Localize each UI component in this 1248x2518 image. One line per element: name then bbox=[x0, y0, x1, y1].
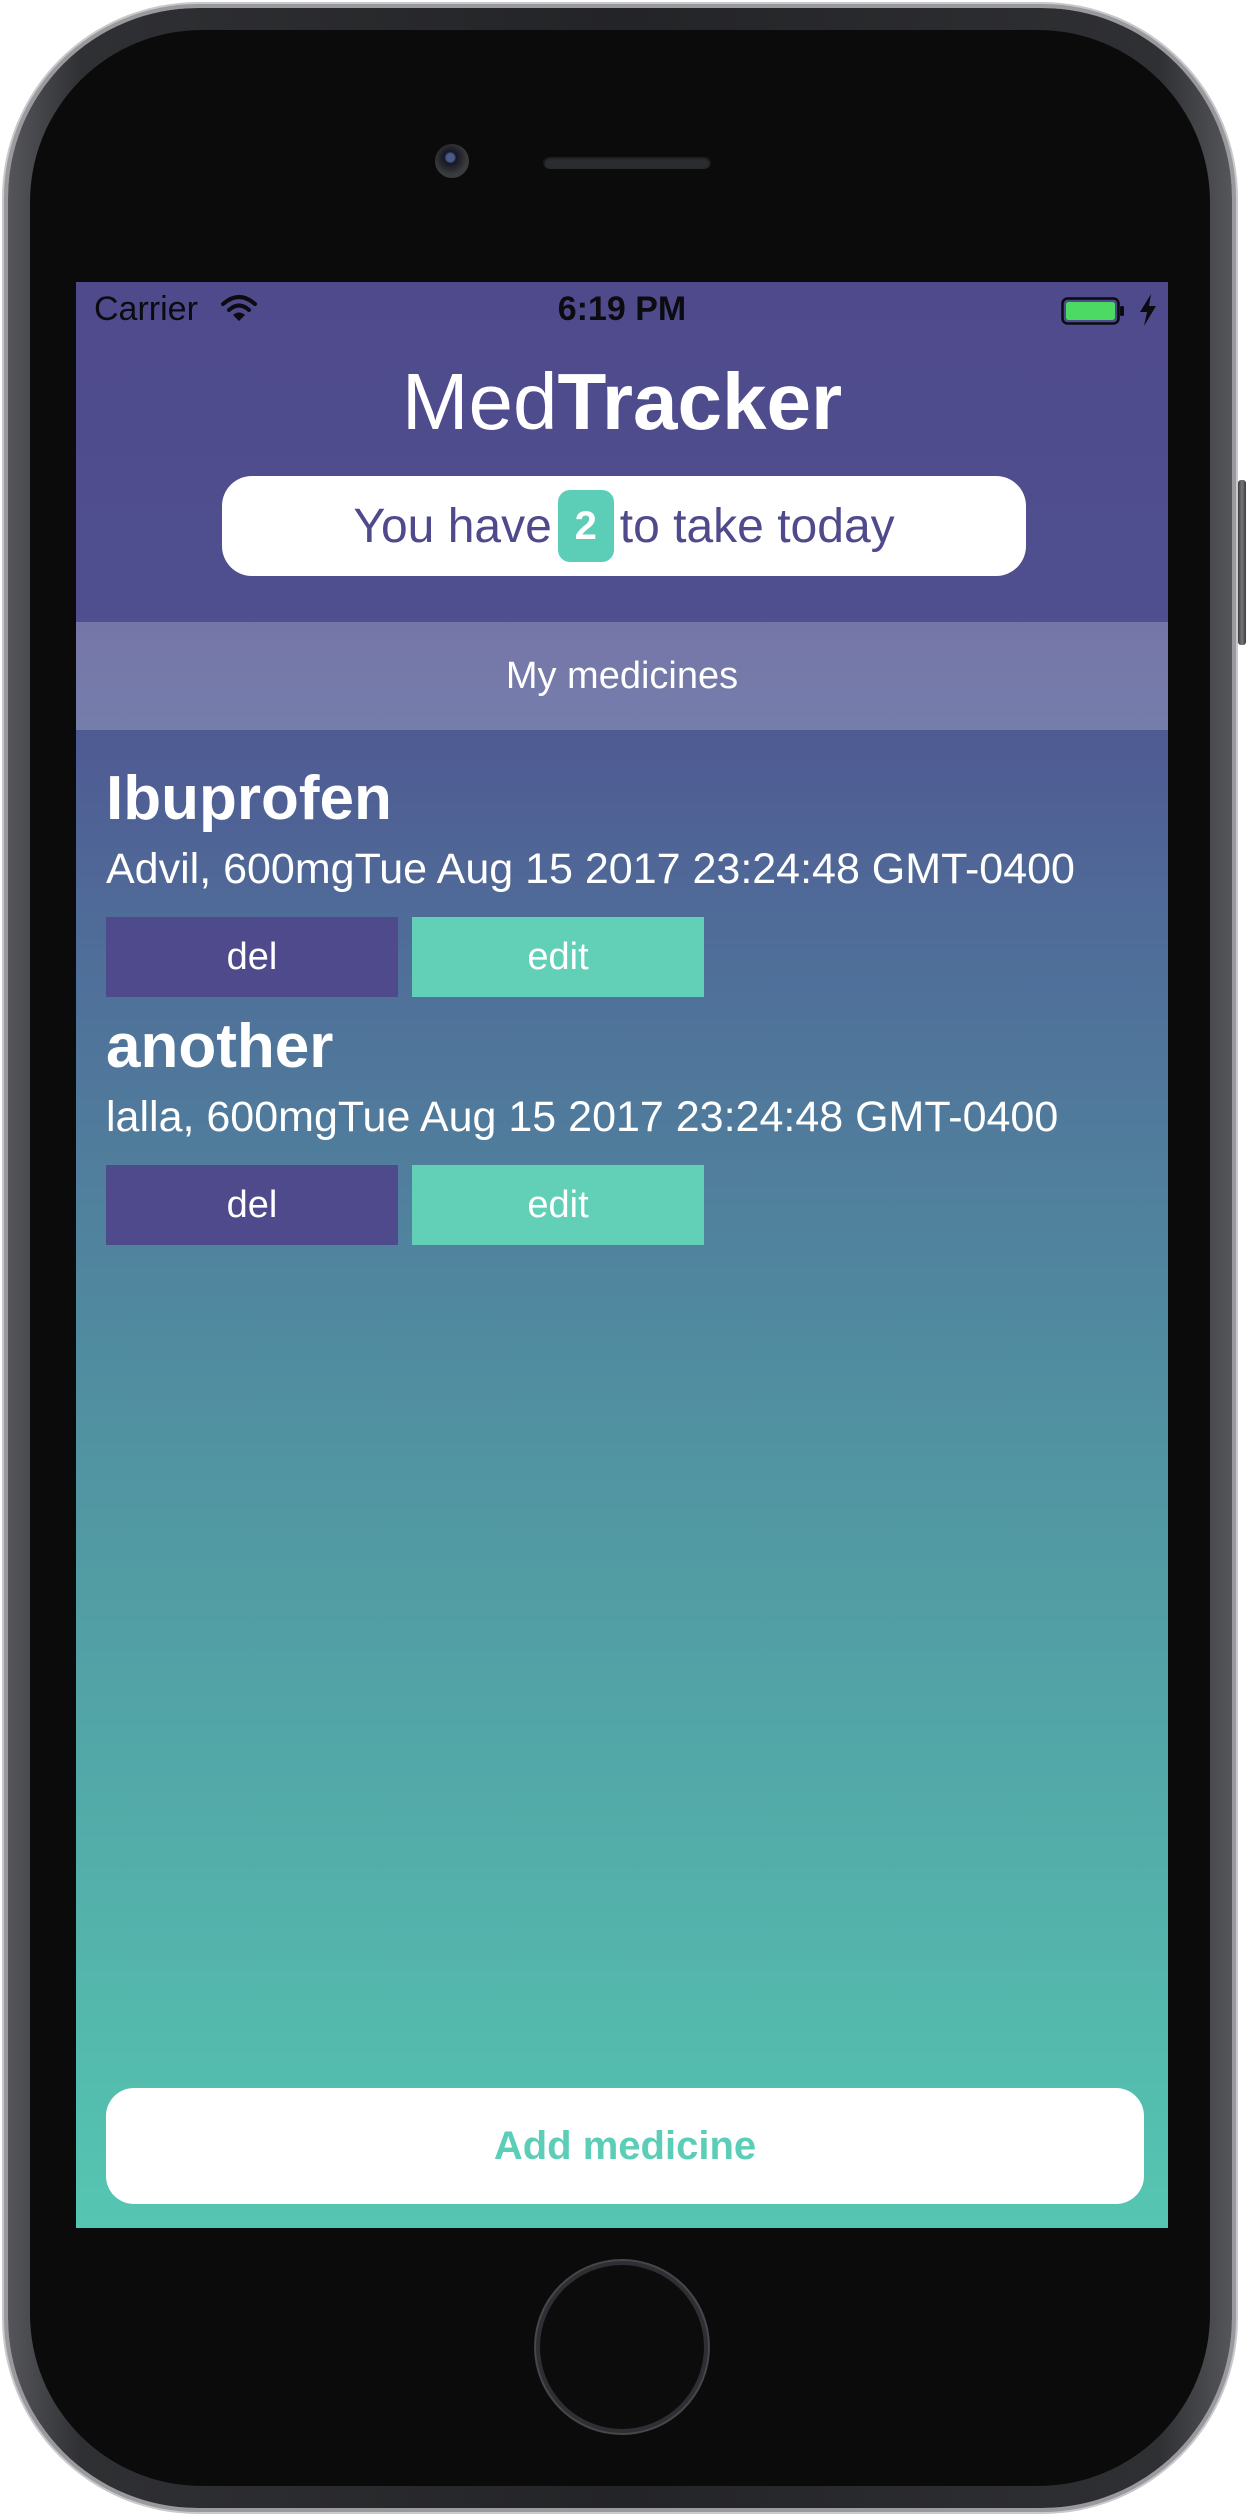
add-medicine-button[interactable]: Add medicine bbox=[106, 2088, 1144, 2204]
delete-button[interactable]: del bbox=[106, 1165, 398, 1245]
earpiece-speaker bbox=[543, 155, 711, 169]
delete-button[interactable]: del bbox=[106, 917, 398, 997]
section-title: My medicines bbox=[76, 622, 1168, 730]
medicine-actions: del edit bbox=[106, 1165, 1168, 1245]
medicine-item: another lalla, 600mgTue Aug 15 2017 23:2… bbox=[106, 1016, 1168, 1245]
home-button[interactable] bbox=[540, 2265, 704, 2429]
status-bar: Carrier 6:19 PM bbox=[76, 282, 1168, 340]
app-title-light: Med bbox=[401, 357, 558, 446]
medicine-actions: del edit bbox=[106, 917, 1168, 997]
dose-count-badge: 2 bbox=[557, 490, 614, 562]
medicine-name: another bbox=[106, 1016, 334, 1081]
edit-button[interactable]: edit bbox=[412, 917, 704, 997]
app-title: MedTracker bbox=[76, 362, 1168, 442]
status-time: 6:19 PM bbox=[557, 290, 687, 328]
power-button[interactable] bbox=[1238, 480, 1246, 645]
front-camera bbox=[435, 144, 469, 178]
medicine-details: Advil, 600mgTue Aug 15 2017 23:24:48 GMT… bbox=[106, 845, 1075, 893]
summary-prefix: You have bbox=[353, 499, 552, 553]
app-title-bold: Tracker bbox=[557, 357, 843, 446]
battery-icon bbox=[1061, 297, 1124, 325]
medicine-details: lalla, 600mgTue Aug 15 2017 23:24:48 GMT… bbox=[106, 1093, 1059, 1141]
daily-summary: You have 2 to take today bbox=[222, 476, 1026, 576]
summary-suffix: to take today bbox=[619, 499, 895, 553]
medicine-name: Ibuprofen bbox=[106, 768, 392, 833]
app-screen: Carrier 6:19 PM MedTracker You have 2 to… bbox=[76, 282, 1168, 2228]
edit-button[interactable]: edit bbox=[412, 1165, 704, 1245]
charging-icon bbox=[1140, 294, 1156, 326]
medicine-item: Ibuprofen Advil, 600mgTue Aug 15 2017 23… bbox=[106, 768, 1168, 997]
